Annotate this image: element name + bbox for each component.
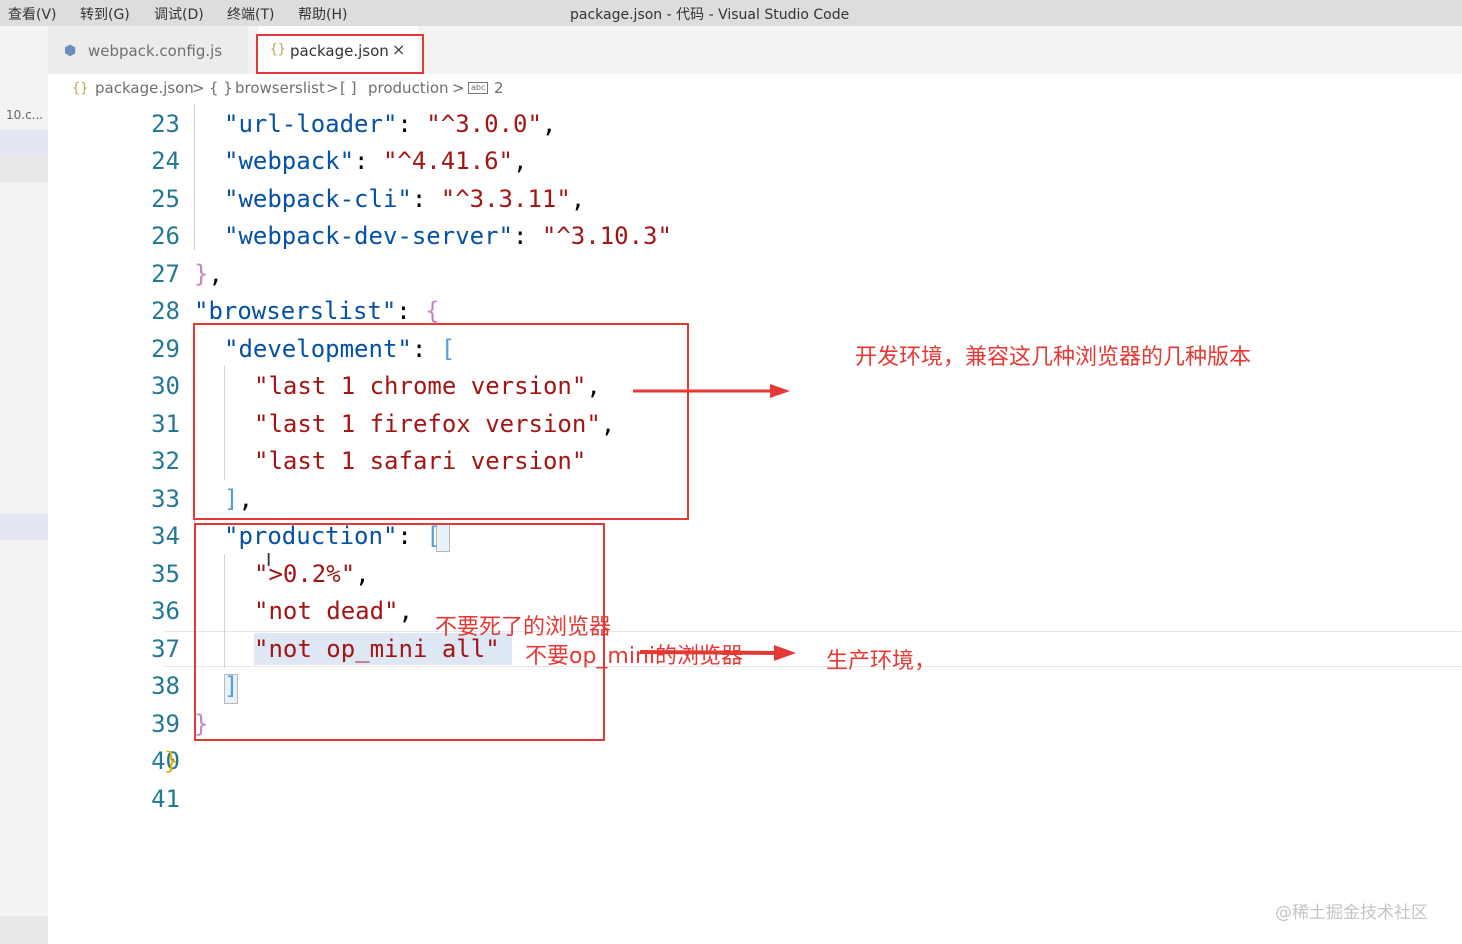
annotation-arrows — [633, 384, 796, 661]
annotation-dead-note: 不要死了的浏览器 — [435, 615, 612, 640]
annotation-dev-note: 开发环境，兼容这几种浏览器的几种版本 — [855, 345, 1252, 370]
watermark: @稀土掘金技术社区 — [1275, 903, 1428, 923]
arrow-dev-icon — [633, 384, 790, 398]
annotation-opmini-note: 不要op_mini的浏览器 — [525, 644, 744, 669]
annotation-prod-note: 生产环境， — [826, 649, 937, 674]
